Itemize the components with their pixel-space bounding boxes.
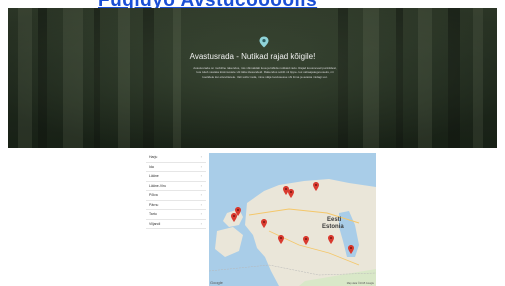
hero-banner: Avastusrada - Nutikad rajad kõigile! Ava… bbox=[8, 8, 497, 148]
location-pin-icon bbox=[259, 36, 269, 48]
chevron-right-icon: › bbox=[200, 211, 202, 216]
hero-title: Avastusrada - Nutikad rajad kõigile! bbox=[189, 52, 316, 61]
region-item-polva[interactable]: Põlva › bbox=[146, 191, 206, 201]
region-item-parnu[interactable]: Pärnu › bbox=[146, 201, 206, 210]
top-banner: Fuqidyo Avstucoooolis bbox=[0, 0, 505, 8]
map-marker-icon[interactable] bbox=[261, 219, 267, 228]
region-item-ida[interactable]: Ida › bbox=[146, 163, 206, 172]
map-terms[interactable]: Map data ©2015 Google bbox=[347, 282, 374, 285]
region-item-viljandi[interactable]: Viljandi › bbox=[146, 220, 206, 229]
chevron-right-icon: › bbox=[200, 173, 202, 178]
chevron-right-icon: › bbox=[200, 201, 202, 207]
region-item-harju[interactable]: Harju › bbox=[146, 153, 206, 163]
map-marker-icon[interactable] bbox=[348, 245, 354, 254]
map-country-label-en: Estonia bbox=[322, 224, 344, 230]
region-list: Harju › Ida › Lääne › Lääne-Viru › Põlva › Pä… bbox=[146, 153, 206, 229]
chevron-right-icon: › bbox=[200, 182, 202, 188]
region-item-laane-viru[interactable]: Lääne-Viru › bbox=[146, 182, 206, 191]
region-item-tartu[interactable]: Tartu › bbox=[146, 210, 206, 220]
map-marker-icon[interactable] bbox=[288, 189, 294, 198]
top-link[interactable]: Fuqidyo Avstucoooolis bbox=[98, 0, 317, 8]
map-marker-icon[interactable] bbox=[328, 235, 334, 244]
map-marker-icon[interactable] bbox=[278, 235, 284, 244]
chevron-right-icon: › bbox=[200, 154, 202, 159]
chevron-right-icon: › bbox=[200, 163, 202, 169]
map-marker-icon[interactable] bbox=[303, 236, 309, 245]
map-country-label-et: Eesti bbox=[327, 217, 342, 223]
hero-description: Avastusrada on mobiilne rakendus, mis võ… bbox=[193, 66, 337, 79]
chevron-right-icon: › bbox=[200, 220, 202, 226]
map-marker-icon[interactable] bbox=[313, 182, 319, 191]
map-marker-icon[interactable] bbox=[231, 213, 237, 222]
map-credit: Google bbox=[210, 280, 223, 285]
map-view[interactable]: Eesti Estonia Google Map data ©2015 Goog… bbox=[209, 153, 376, 286]
region-item-laane[interactable]: Lääne › bbox=[146, 172, 206, 182]
chevron-right-icon: › bbox=[200, 192, 202, 197]
